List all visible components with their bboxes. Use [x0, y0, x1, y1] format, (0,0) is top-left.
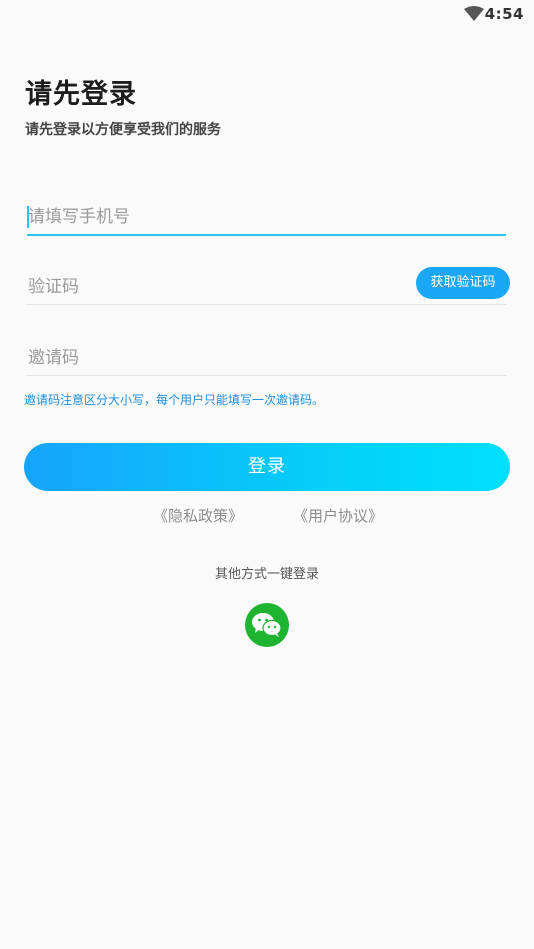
phone-input[interactable]: 请填写手机号 [27, 200, 506, 236]
other-login-label: 其他方式一键登录 [214, 567, 319, 582]
page-subtitle: 请先登录以方便享受我们的服务 [25, 122, 221, 138]
invite-code-input[interactable]: 邀请码 [27, 341, 506, 376]
wechat-icon [252, 613, 282, 637]
user-agreement-link[interactable]: 《用户协议》 [293, 505, 383, 526]
login-button[interactable]: 登录 [24, 443, 510, 491]
wechat-login-button[interactable] [245, 603, 289, 647]
page-title: 请先登录 [25, 79, 137, 110]
wifi-icon [464, 6, 484, 21]
phone-placeholder: 请填写手机号 [28, 207, 130, 227]
invite-placeholder: 邀请码 [28, 348, 79, 368]
status-bar: 4:54 [0, 0, 534, 28]
invite-hint: 邀请码注意区分大小写，每个用户只能填写一次邀请码。 [24, 393, 325, 407]
code-placeholder: 验证码 [28, 277, 79, 297]
get-code-button[interactable]: 获取验证码 [416, 267, 510, 299]
text-caret [27, 206, 29, 228]
status-time: 4:54 [484, 5, 524, 23]
privacy-policy-link[interactable]: 《隐私政策》 [153, 505, 243, 526]
